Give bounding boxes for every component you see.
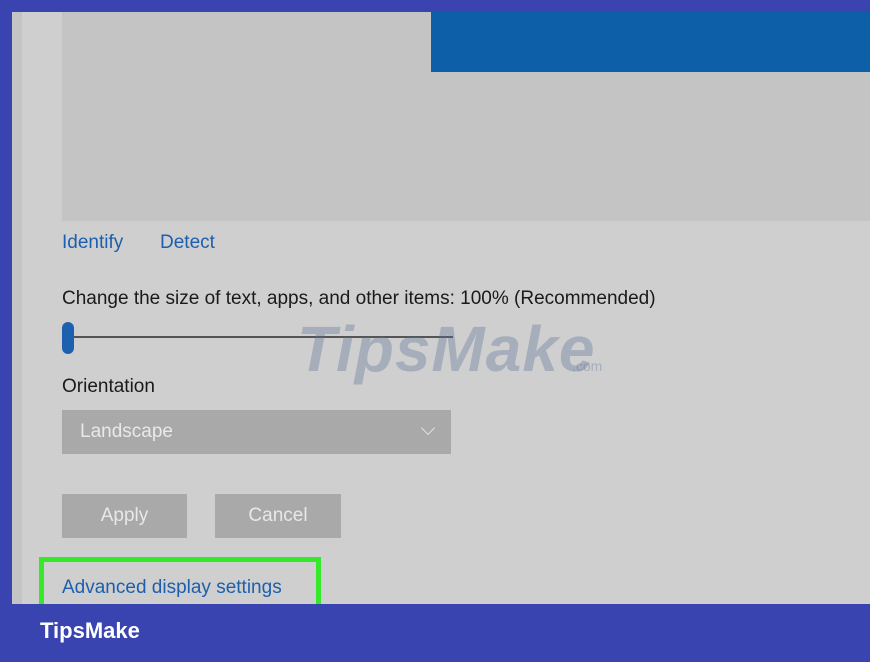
- scale-slider-track[interactable]: [68, 336, 453, 338]
- chevron-down-icon: [420, 420, 436, 436]
- apply-button[interactable]: Apply: [62, 494, 187, 538]
- watermark-logo: TipsMake: [297, 313, 596, 385]
- monitor-preview-area: [62, 12, 870, 221]
- scale-label: Change the size of text, apps, and other…: [62, 288, 656, 309]
- display-settings-panel: Identify Detect Change the size of text,…: [12, 12, 870, 604]
- advanced-display-settings-link[interactable]: Advanced display settings: [62, 577, 282, 599]
- monitor-preview-tile[interactable]: [431, 12, 870, 72]
- orientation-label: Orientation: [62, 376, 155, 397]
- footer-bar: TipsMake: [0, 604, 870, 662]
- identify-link[interactable]: Identify: [62, 232, 123, 254]
- footer-brand: TipsMake: [40, 618, 140, 643]
- scale-slider-thumb[interactable]: [62, 322, 74, 354]
- frame-left-border: [0, 0, 12, 662]
- orientation-dropdown[interactable]: Landscape: [62, 410, 451, 454]
- watermark-suffix: .com: [572, 358, 603, 374]
- frame-top-border: [0, 0, 870, 12]
- panel-left-edge: [12, 12, 22, 604]
- detect-link[interactable]: Detect: [160, 232, 215, 254]
- cancel-button[interactable]: Cancel: [215, 494, 341, 538]
- orientation-value: Landscape: [80, 421, 173, 442]
